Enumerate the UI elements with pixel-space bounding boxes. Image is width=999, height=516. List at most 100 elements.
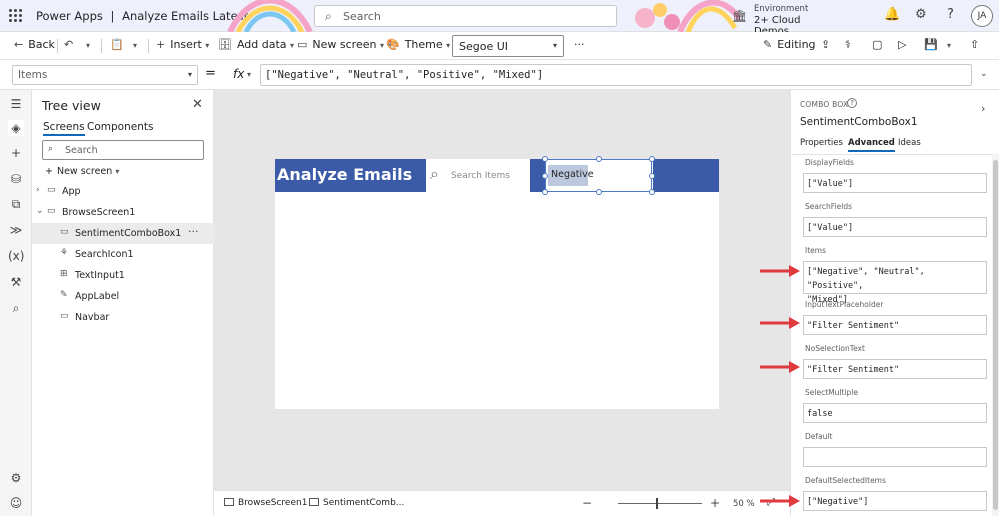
resize-handle[interactable]: [596, 156, 602, 162]
tree-item-app[interactable]: › ▭ App: [32, 181, 214, 202]
font-select[interactable]: Segoe UI ▾: [452, 35, 564, 57]
tree-search-input[interactable]: ⌕ Search: [42, 140, 204, 160]
hamburger-menu-icon[interactable]: ☰: [8, 96, 24, 112]
help-icon[interactable]: ?: [947, 7, 954, 22]
zoom-slider[interactable]: [618, 503, 702, 504]
search-items-input[interactable]: ⌕ Search Items: [426, 159, 530, 192]
data-icon[interactable]: ⛁: [8, 171, 24, 187]
app-label[interactable]: Analyze Emails: [277, 165, 412, 184]
help-icon[interactable]: ?: [847, 98, 857, 108]
property-select[interactable]: Items ▾: [12, 65, 198, 85]
save-menu-button[interactable]: ▾: [947, 38, 951, 51]
search-icon[interactable]: ⌕: [430, 164, 439, 184]
resize-handle[interactable]: [542, 173, 548, 179]
new-screen-button[interactable]: + New screen ▾: [45, 166, 119, 177]
publish-icon[interactable]: ⇧: [970, 38, 979, 51]
undo-menu-button[interactable]: ▾: [86, 38, 90, 51]
app-launcher-icon[interactable]: [9, 9, 23, 23]
resize-handle[interactable]: [542, 189, 548, 195]
more-options-icon[interactable]: ···: [188, 225, 199, 238]
tab-ideas[interactable]: Ideas: [898, 138, 921, 148]
noselectiontext-field[interactable]: "Filter Sentiment": [803, 359, 987, 379]
properties-panel: COMBO BOX ? SentimentComboBox1 › Propert…: [790, 90, 999, 516]
advanced-properties-list: DisplayFields ["Value"] SearchFields ["V…: [792, 154, 992, 516]
resize-handle[interactable]: [649, 173, 655, 179]
virtual-agent-icon[interactable]: ☺: [8, 495, 24, 511]
insert-button[interactable]: + Insert ▾: [156, 38, 209, 51]
tree-item-label: Navbar: [75, 312, 110, 323]
function-picker[interactable]: fx ▾: [225, 65, 259, 85]
back-label: Back: [28, 38, 55, 51]
formula-input[interactable]: ["Negative", "Neutral", "Positive", "Mix…: [260, 64, 972, 86]
tree-item-sentimentcombobox1[interactable]: ▭ SentimentComboBox1 ···: [32, 223, 214, 244]
resize-handle[interactable]: [596, 189, 602, 195]
insert-plus-icon[interactable]: +: [8, 145, 24, 161]
editing-mode-button[interactable]: ✎ Editing: [763, 38, 816, 51]
app-title: Power Apps | Analyze Emails Latest: [36, 9, 248, 23]
avatar[interactable]: JA: [971, 5, 993, 27]
preview-play-icon[interactable]: ▷: [898, 38, 906, 51]
tree-item-applabel[interactable]: ✎ AppLabel: [32, 286, 214, 307]
paste-menu-button[interactable]: ▾: [133, 38, 137, 51]
canvas-area: Analyze Emails ⌕ Search Items Negative ⌄: [214, 90, 790, 490]
app-icon: ▭: [47, 185, 56, 195]
save-icon[interactable]: 💾: [924, 38, 938, 51]
app-checker-icon[interactable]: ⚕: [845, 38, 851, 51]
formula-bar: Items ▾ = fx ▾ ["Negative", "Neutral", "…: [0, 60, 999, 90]
chevron-down-icon: ▾: [133, 41, 138, 50]
share-icon[interactable]: ⇪: [821, 38, 830, 51]
paste-button[interactable]: 📋: [110, 38, 129, 51]
app-screen[interactable]: Analyze Emails ⌕ Search Items Negative ⌄: [275, 156, 719, 409]
items-field[interactable]: ["Negative", "Neutral", "Positive", "Mix…: [803, 261, 987, 305]
chevron-down-icon: ▾: [86, 41, 91, 50]
environment-picker[interactable]: 🏛 Environment 2+ Cloud Demos: [730, 4, 830, 37]
global-search-input[interactable]: ⌕ Search: [314, 5, 617, 27]
inputtextplaceholder-field[interactable]: "Filter Sentiment": [803, 315, 987, 335]
comments-icon[interactable]: ▢: [872, 38, 882, 51]
add-data-button[interactable]: 🗄 Add data ▾: [218, 38, 294, 51]
chevron-right-icon[interactable]: ›: [981, 102, 985, 115]
settings-icon[interactable]: ⚙: [8, 470, 24, 486]
zoom-out-button[interactable]: −: [582, 496, 592, 510]
tree-item-textinput1[interactable]: ⊞ TextInput1: [32, 265, 214, 286]
search-icon[interactable]: ⌕: [8, 300, 24, 316]
resize-handle[interactable]: [649, 189, 655, 195]
default-field[interactable]: [803, 447, 987, 467]
variables-icon[interactable]: (x): [8, 248, 24, 264]
close-icon[interactable]: ✕: [192, 97, 203, 112]
screen-breadcrumb[interactable]: BrowseScreen1: [224, 498, 307, 508]
advanced-tools-icon[interactable]: ⚒: [8, 274, 24, 290]
chevron-down-icon: ▾: [379, 41, 384, 50]
undo-button[interactable]: ↶: [64, 38, 78, 51]
searchfields-field[interactable]: ["Value"]: [803, 217, 987, 237]
properties-scrollbar-thumb[interactable]: [993, 160, 998, 510]
selectmultiple-field[interactable]: false: [803, 403, 987, 423]
tree-item-navbar[interactable]: ▭ Navbar: [32, 307, 214, 328]
theme-button[interactable]: 🎨 Theme ▾: [386, 38, 450, 51]
notifications-icon[interactable]: 🔔: [884, 7, 900, 22]
media-icon[interactable]: ⧉: [8, 196, 24, 212]
control-breadcrumb[interactable]: SentimentComb...: [309, 498, 404, 508]
more-commands-button[interactable]: ···: [574, 38, 585, 51]
zoom-in-button[interactable]: +: [710, 496, 720, 510]
tree-item-browsescreen1[interactable]: ⌄ ▭ BrowseScreen1: [32, 202, 214, 223]
control-name[interactable]: SentimentComboBox1: [800, 116, 918, 128]
tab-advanced[interactable]: Advanced: [848, 138, 895, 152]
tab-components[interactable]: Components: [87, 121, 153, 133]
tab-screens[interactable]: Screens: [43, 121, 85, 136]
resize-handle[interactable]: [542, 156, 548, 162]
navbar[interactable]: Analyze Emails ⌕ Search Items Negative ⌄: [275, 156, 719, 195]
settings-icon[interactable]: ⚙: [915, 7, 927, 22]
new-screen-button[interactable]: ▭ New screen ▾: [297, 38, 384, 51]
zoom-slider-thumb[interactable]: [656, 498, 658, 509]
displayfields-field[interactable]: ["Value"]: [803, 173, 987, 193]
chevron-down-icon[interactable]: ⌄: [980, 69, 988, 79]
tree-item-searchicon1[interactable]: ⚘ SearchIcon1: [32, 244, 214, 265]
resize-handle[interactable]: [649, 156, 655, 162]
tree-view-icon[interactable]: ◈: [8, 120, 24, 136]
control-type: COMBO BOX: [800, 100, 849, 109]
power-automate-icon[interactable]: ≫: [8, 222, 24, 238]
back-button[interactable]: ← Back: [14, 38, 55, 51]
tab-properties[interactable]: Properties: [800, 138, 843, 148]
defaultselecteditems-field[interactable]: ["Negative"]: [803, 491, 987, 511]
